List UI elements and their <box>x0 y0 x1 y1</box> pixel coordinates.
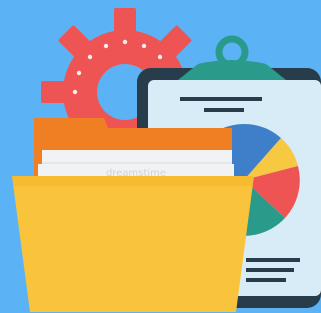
clip-icon <box>178 35 286 80</box>
text-line <box>246 278 286 282</box>
text-line <box>180 97 262 101</box>
text-line <box>246 258 300 262</box>
illustration-artwork: dreamstime <box>12 8 321 312</box>
text-line <box>204 108 244 112</box>
folder-icon: dreamstime <box>12 118 254 312</box>
text-line <box>246 268 294 272</box>
illustration-scene: dreamstime <box>0 0 321 313</box>
